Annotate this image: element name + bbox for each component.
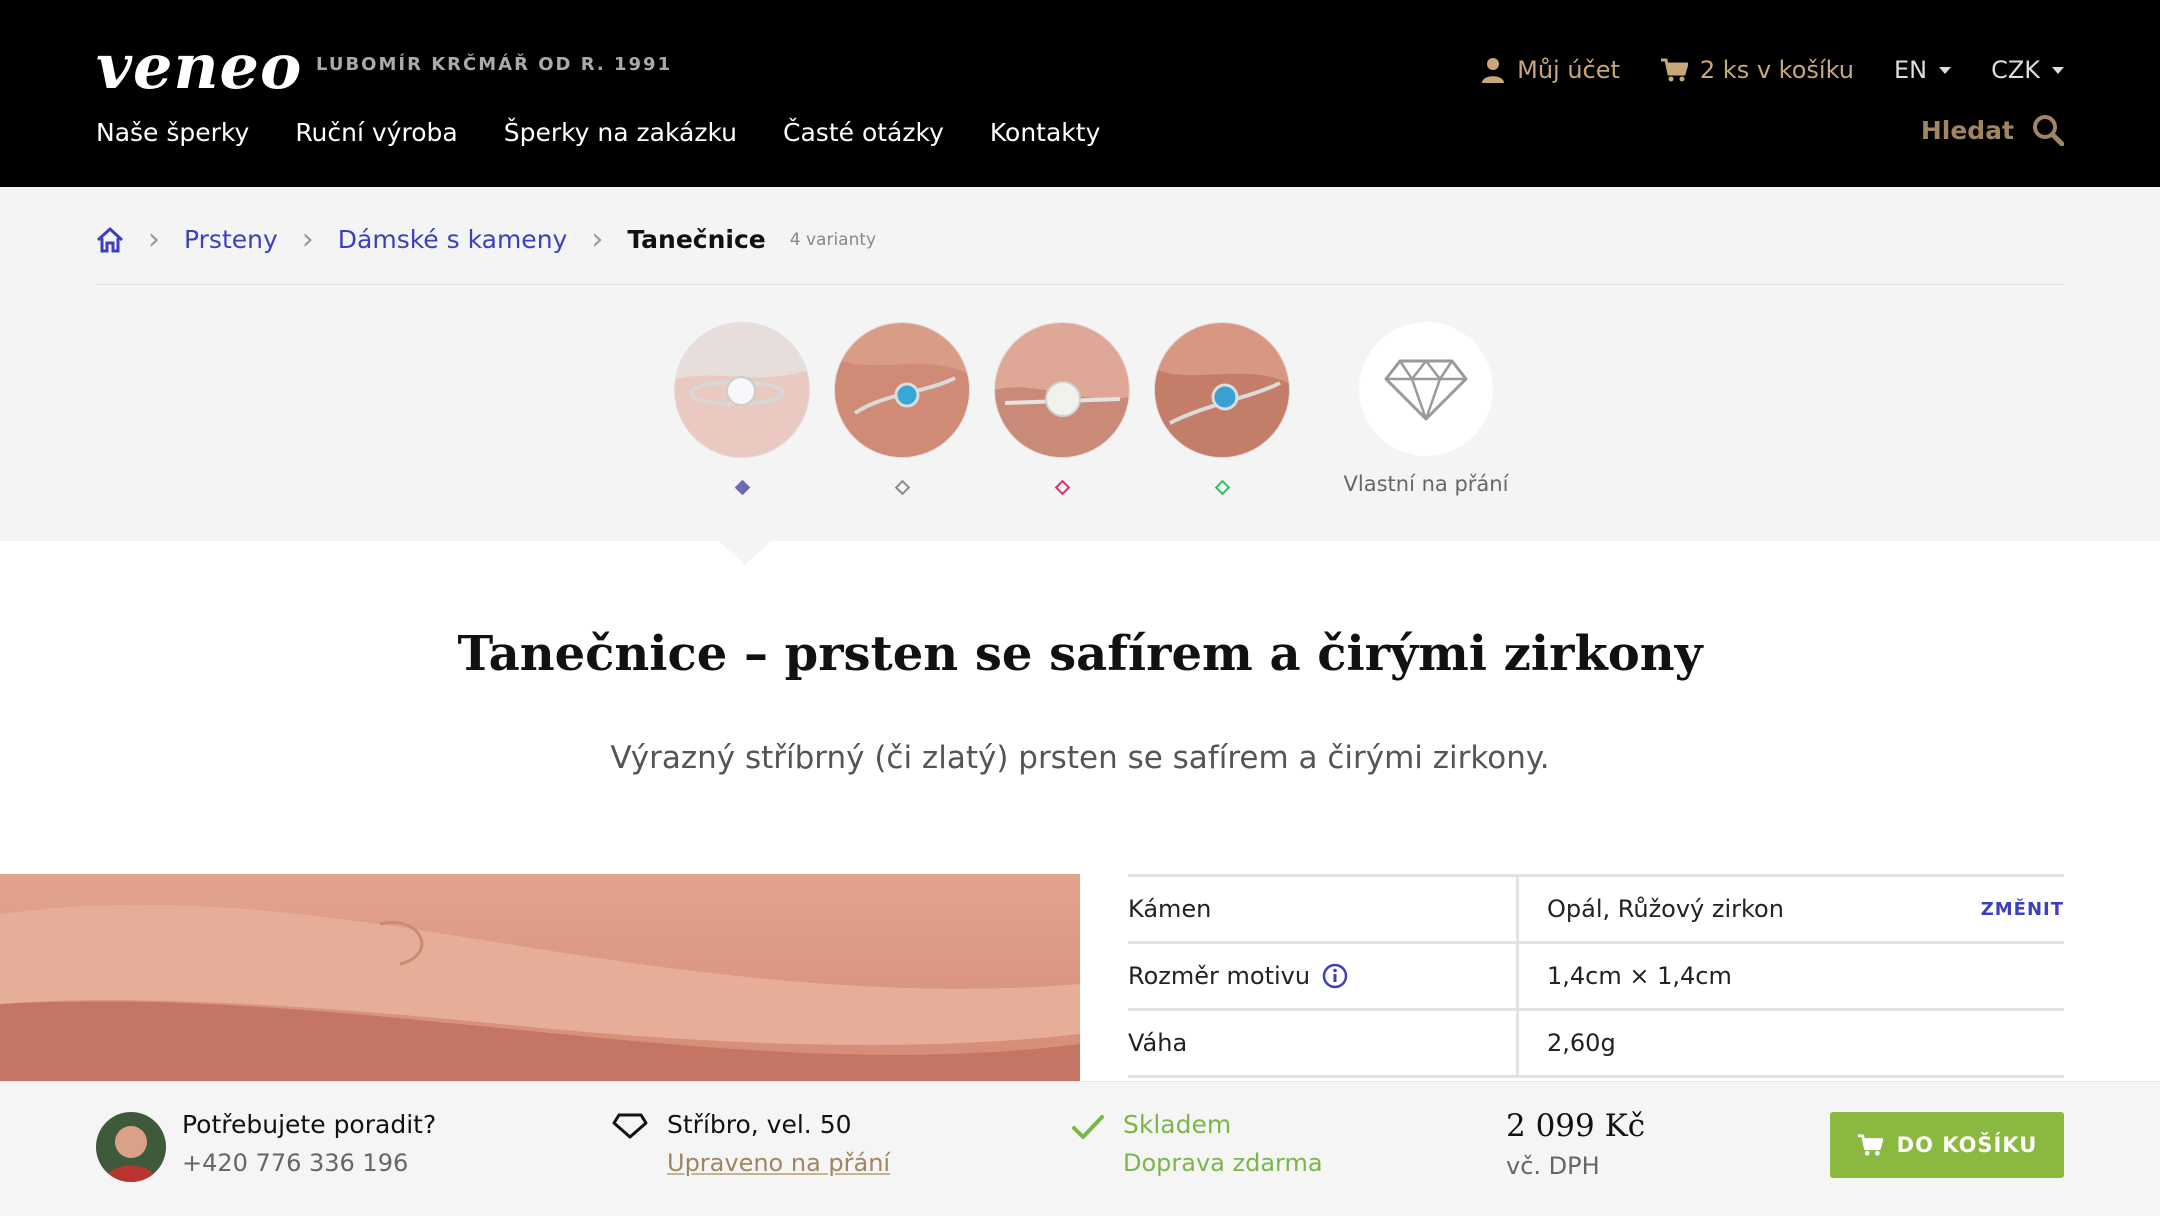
- cart-label: 2 ks v košíku: [1699, 56, 1854, 84]
- variants-count: 4 varianty: [789, 229, 877, 250]
- variant-option-2[interactable]: [834, 322, 970, 496]
- main-nav: Naše šperky Ruční výroba Šperky na zakáz…: [96, 118, 1100, 147]
- breadcrumb-link-damske[interactable]: Dámské s kameny: [338, 225, 568, 254]
- chevron-down-icon: [2052, 66, 2064, 74]
- stock-status: Skladem: [1123, 1110, 1232, 1139]
- variant-color-marker: [894, 479, 910, 496]
- search-button[interactable]: Hledat: [1921, 114, 2064, 146]
- language-select[interactable]: EN: [1893, 56, 1952, 84]
- checkmark-icon: [1072, 1115, 1104, 1139]
- variant-option-4[interactable]: [1154, 322, 1290, 496]
- custom-variant-circle[interactable]: [1359, 322, 1493, 456]
- stock-block: Skladem Doprava zdarma: [1123, 1110, 1323, 1177]
- spec-label: Váha: [1128, 1011, 1519, 1075]
- variant-thumbnail[interactable]: [994, 322, 1130, 458]
- nav-item-kontakty[interactable]: Kontakty: [990, 118, 1101, 147]
- nav-item-caste-otazky[interactable]: Časté otázky: [783, 118, 944, 147]
- header-utilities: Můj účet 2 ks v košíku EN CZK: [1481, 56, 2064, 84]
- sticky-purchase-bar: Potřebujete poradit? +420 776 336 196 St…: [0, 1081, 2160, 1216]
- product-subtitle: Výrazný stříbrný (či zlatý) prsten se sa…: [610, 740, 1550, 776]
- variant-selector: Vlastní na přání: [674, 322, 1528, 496]
- shipping-info: Doprava zdarma: [1123, 1149, 1323, 1177]
- nav-item-rucni-vyroba[interactable]: Ruční výroba: [295, 118, 457, 147]
- chevron-down-icon: [1939, 66, 1952, 74]
- price: 2 099 Kč: [1506, 1108, 1646, 1144]
- avatar: [96, 1112, 166, 1182]
- variant-thumbnail[interactable]: [674, 322, 810, 458]
- variant-color-marker: [734, 479, 750, 496]
- help-title: Potřebujete poradit?: [182, 1110, 437, 1139]
- spec-label-cell: Rozměr motivu: [1128, 944, 1519, 1008]
- breadcrumb-current: Tanečnice: [627, 225, 766, 254]
- spec-value: Opál, Růžový zirkon: [1547, 895, 1784, 923]
- price-block: 2 099 Kč vč. DPH: [1506, 1108, 1645, 1180]
- spec-value-cell: 1,4cm × 1,4cm: [1519, 962, 2064, 990]
- add-to-cart-label: DO KOŠÍKU: [1896, 1133, 2038, 1157]
- language-value: EN: [1893, 56, 1928, 84]
- home-icon[interactable]: [96, 227, 124, 253]
- product-title: Tanečnice – prsten se safírem a čirými z…: [457, 626, 1703, 682]
- brand-logo[interactable]: veneo: [96, 30, 302, 103]
- chevron-right-icon: ›: [148, 222, 160, 257]
- search-icon: [2033, 115, 2064, 146]
- custom-variant-label: Vlastní na přání: [1343, 472, 1509, 496]
- breadcrumb: › Prsteny › Dámské s kameny › Tanečnice …: [96, 222, 876, 257]
- nav-item-nase-sperky[interactable]: Naše šperky: [96, 118, 249, 147]
- variant-option-custom[interactable]: Vlastní na přání: [1324, 322, 1528, 496]
- table-row: Kámen Opál, Růžový zirkon ZMĚNIT: [1128, 877, 2064, 944]
- material-size: Stříbro, vel. 50: [667, 1110, 852, 1139]
- change-stone-button[interactable]: ZMĚNIT: [1981, 899, 2064, 920]
- account-link[interactable]: Můj účet: [1481, 56, 1620, 84]
- chevron-right-icon: ›: [591, 222, 604, 257]
- search-label: Hledat: [1920, 115, 2014, 145]
- currency-select[interactable]: CZK: [1991, 56, 2064, 84]
- chevron-right-icon: ›: [301, 222, 314, 257]
- spec-value: 1,4cm × 1,4cm: [1547, 962, 1732, 990]
- variant-option-3[interactable]: [994, 322, 1130, 496]
- table-row: Rozměr motivu 1,4cm × 1,4cm: [1128, 944, 2064, 1011]
- customized-link[interactable]: Upraveno na přání: [667, 1149, 890, 1177]
- selected-variant-pointer: [719, 541, 771, 565]
- spec-value-cell: 2,60g: [1519, 1029, 2064, 1057]
- spec-label: Rozměr motivu: [1128, 962, 1311, 990]
- variant-color-marker: [1214, 479, 1230, 496]
- spec-label: Kámen: [1128, 877, 1519, 941]
- info-icon[interactable]: [1322, 963, 1348, 989]
- cart-link[interactable]: 2 ks v košíku: [1660, 56, 1854, 84]
- phone-number[interactable]: +420 776 336 196: [182, 1149, 436, 1177]
- currency-value: CZK: [1991, 56, 2040, 84]
- vat-note: vč. DPH: [1506, 1152, 1600, 1180]
- variant-option-1[interactable]: [674, 322, 810, 496]
- account-label: Můj účet: [1517, 56, 1620, 84]
- add-to-cart-button[interactable]: DO KOŠÍKU: [1830, 1112, 2064, 1178]
- help-block: Potřebujete poradit? +420 776 336 196: [182, 1110, 436, 1177]
- spec-value: 2,60g: [1547, 1029, 1616, 1057]
- divider: [96, 284, 2064, 285]
- cart-icon: [1660, 58, 1688, 82]
- diamond-icon: [612, 1113, 648, 1139]
- variant-color-marker: [1054, 479, 1070, 496]
- specs-table: Kámen Opál, Růžový zirkon ZMĚNIT Rozměr …: [1128, 874, 2064, 1078]
- nav-item-sperky-na-zakazku[interactable]: Šperky na zakázku: [504, 118, 737, 147]
- cart-icon: [1857, 1134, 1883, 1156]
- product-photo[interactable]: [0, 874, 1080, 1084]
- user-icon: [1482, 58, 1505, 83]
- breadcrumb-link-prsteny[interactable]: Prsteny: [184, 225, 278, 254]
- table-row: Váha 2,60g: [1128, 1011, 2064, 1078]
- spec-value-cell: Opál, Růžový zirkon ZMĚNIT: [1519, 895, 2064, 923]
- variant-thumbnail[interactable]: [834, 322, 970, 458]
- variant-thumbnail[interactable]: [1154, 322, 1290, 458]
- site-header: veneo LUBOMÍR KRČMÁŘ OD R. 1991 Naše špe…: [0, 0, 2160, 187]
- configuration-block: Stříbro, vel. 50 Upraveno na přání: [667, 1110, 890, 1177]
- diamond-icon: [1384, 359, 1468, 421]
- brand-tagline: LUBOMÍR KRČMÁŘ OD R. 1991: [316, 54, 673, 75]
